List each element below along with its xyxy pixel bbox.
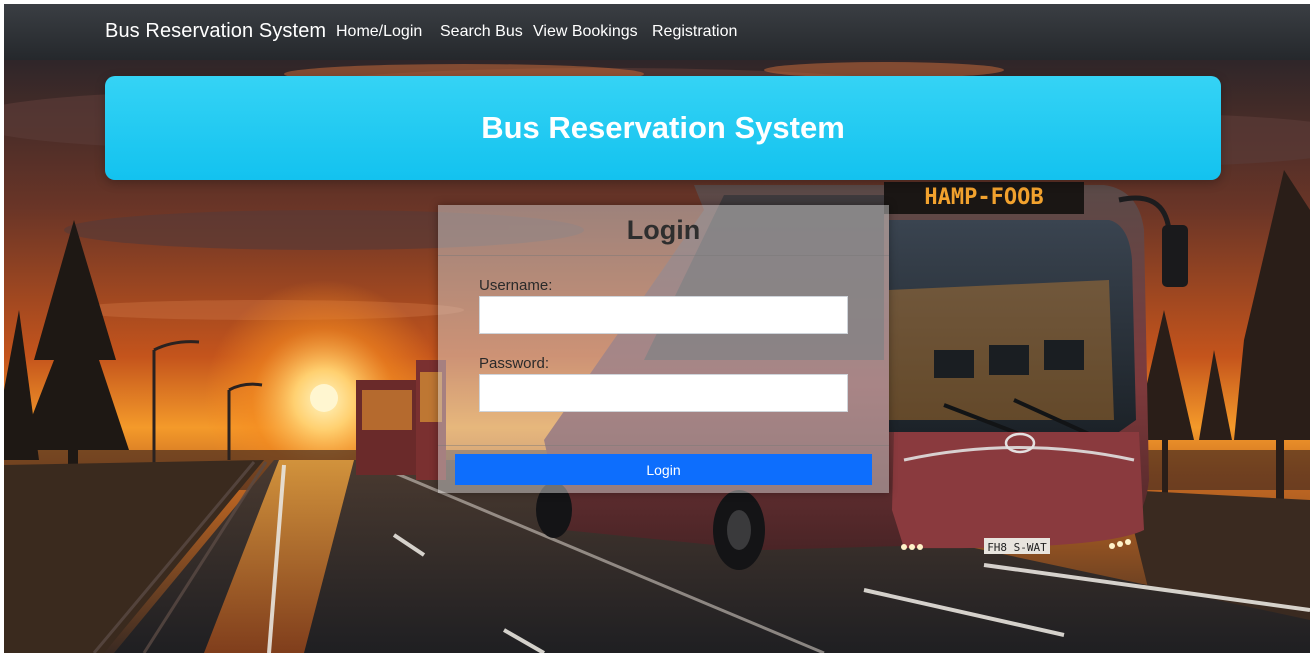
nav-link-search-bus[interactable]: Search Bus (440, 23, 523, 41)
login-title: Login (626, 214, 701, 245)
top-navbar: Bus Reservation System Home/Login Search… (4, 4, 1310, 60)
hero-banner: Bus Reservation System (105, 76, 1221, 180)
login-form-card: Login Username: Password: Login (438, 205, 889, 493)
nav-link-registration[interactable]: Registration (652, 23, 737, 41)
browser-viewport: HAMP-FOOB FH8 S-WAT Bus Reservation Syst… (4, 4, 1310, 653)
svg-text:HAMP-FOOB: HAMP-FOOB (924, 185, 1043, 210)
password-input[interactable] (479, 374, 848, 412)
svg-text:FH8 S-WAT: FH8 S-WAT (987, 541, 1047, 554)
username-label: Username: (479, 277, 553, 294)
hero-title: Bus Reservation System (481, 110, 845, 145)
navbar-brand[interactable]: Bus Reservation System (105, 20, 326, 43)
nav-link-view-bookings[interactable]: View Bookings (533, 23, 638, 41)
username-input[interactable] (479, 296, 848, 334)
nav-link-home-login[interactable]: Home/Login (336, 23, 422, 41)
login-card-header: Login (438, 205, 889, 256)
password-label: Password: (479, 355, 550, 372)
login-button[interactable]: Login (455, 454, 872, 485)
card-footer-divider (438, 445, 889, 446)
